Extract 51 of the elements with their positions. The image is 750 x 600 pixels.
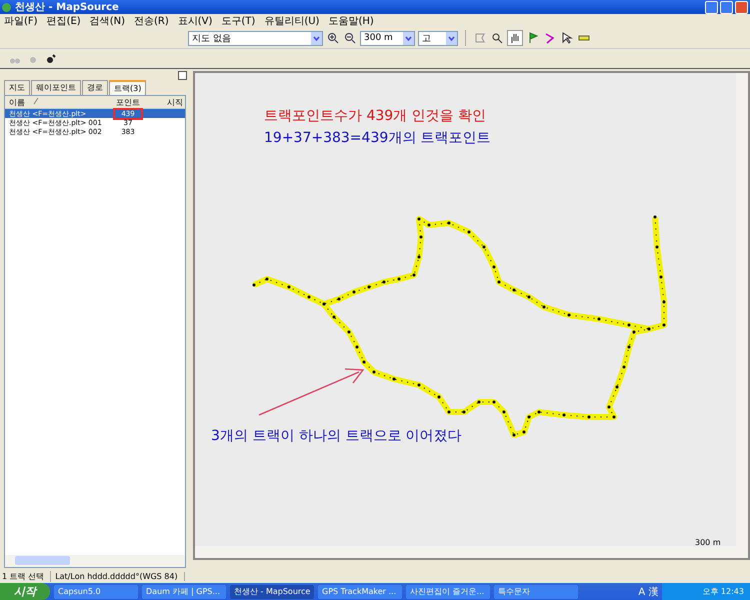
language-indicator[interactable]: A 漢 xyxy=(638,584,658,598)
vertical-scrollbar[interactable] xyxy=(736,73,748,546)
menu-item[interactable]: 도구(T) xyxy=(221,14,256,28)
menu-item[interactable]: 도움말(H) xyxy=(328,14,374,28)
zoom-in-icon[interactable] xyxy=(326,31,340,45)
tab[interactable]: 경로 xyxy=(82,80,108,95)
horizontal-scrollbar[interactable] xyxy=(195,546,748,558)
tab[interactable]: 트랙(3) xyxy=(109,80,146,95)
menu-item[interactable]: 유틸리티(U) xyxy=(264,14,320,28)
menu-item[interactable]: 파일(F) xyxy=(4,14,38,28)
annotation-text: 3개의 트랙이 하나의 트랙으로 이어졌다 xyxy=(211,427,462,445)
taskbar-button[interactable]: 특수문자 xyxy=(494,584,578,598)
zoom-out-icon[interactable] xyxy=(343,31,357,45)
taskbar-button[interactable]: 천생산 - MapSource xyxy=(230,584,314,598)
taskbar-button[interactable]: Capsun5.0 xyxy=(54,584,138,598)
menu-item[interactable]: 전송(R) xyxy=(134,14,169,28)
annotation-text: 19+37+383=439개의 트랙포인트 xyxy=(264,129,491,147)
clock: 오후 12:43 xyxy=(702,586,744,597)
status-text: Lat/Lon hddd.ddddd°(WGS 84) xyxy=(55,572,185,581)
detail-dropdown[interactable]: 고 xyxy=(418,30,458,46)
tab[interactable]: 웨이포인트 xyxy=(31,80,81,95)
start-button[interactable]: 시작 xyxy=(0,583,50,600)
chevron-down-icon xyxy=(403,32,414,44)
minimize-button[interactable] xyxy=(705,0,718,14)
column-header[interactable]: 포인트 xyxy=(115,96,141,108)
column-header[interactable]: 이름 xyxy=(5,96,115,108)
app-icon xyxy=(2,2,11,12)
sort-icon xyxy=(33,96,39,104)
annotation-text: 트랙포인트수가 439개 인것을 확인 xyxy=(264,107,486,125)
menu-item[interactable]: 편집(E) xyxy=(46,14,81,28)
pointer-icon[interactable] xyxy=(560,31,574,45)
menu-item[interactable]: 표시(V) xyxy=(178,14,212,28)
tab[interactable]: 지도 xyxy=(4,80,30,95)
taskbar-button[interactable]: GPS TrackMaker ... xyxy=(318,584,402,598)
map-view[interactable]: 트랙포인트수가 439개 인것을 확인 19+37+383=439개의 트랙포인트 3개의 트랙이 하나의 트랙으로 이어졌다 300 m xyxy=(193,71,750,560)
zoom-icon[interactable] xyxy=(490,31,504,45)
scale-label: 300 m xyxy=(695,538,721,547)
taskbar-button[interactable]: 사진편집이 즐거운... xyxy=(406,584,490,598)
map-product-dropdown[interactable]: 지도 없음 xyxy=(188,30,323,46)
chevron-down-icon xyxy=(446,32,457,44)
collapse-button[interactable] xyxy=(178,71,187,80)
taskbar-button[interactable]: Daum 카페 | GPS... xyxy=(142,584,226,598)
restore-button[interactable] xyxy=(720,0,733,14)
close-button[interactable] xyxy=(735,0,748,14)
menu-item[interactable]: 검색(N) xyxy=(90,14,125,28)
zoom-scale-dropdown[interactable]: 300 m xyxy=(360,30,415,46)
horizontal-scrollbar[interactable] xyxy=(5,555,185,567)
status-text: 1 트랙 선택 xyxy=(2,571,52,582)
column-header[interactable]: 시직 xyxy=(141,96,185,108)
window-title: 천생산 - MapSource xyxy=(15,1,120,14)
chevron-down-icon xyxy=(311,32,322,44)
